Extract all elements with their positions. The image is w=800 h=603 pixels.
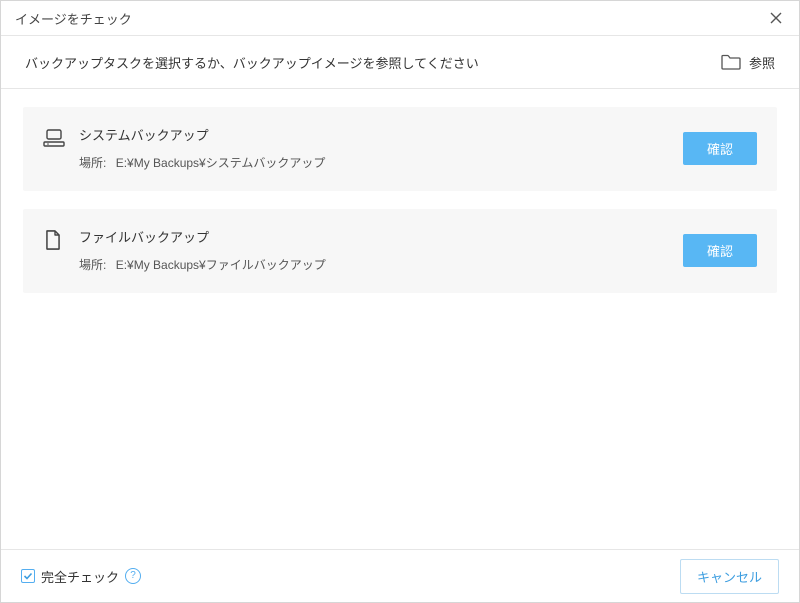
confirm-button[interactable]: 確認 — [683, 132, 757, 165]
dialog-window: イメージをチェック バックアップタスクを選択するか、バックアップイメージを参照し… — [0, 0, 800, 603]
full-check-checkbox[interactable]: 完全チェック — [21, 567, 119, 586]
task-location: 場所: E:¥My Backups¥ファイルバックアップ — [79, 256, 683, 273]
titlebar: イメージをチェック — [1, 1, 799, 36]
backup-task-file: ファイルバックアップ 場所: E:¥My Backups¥ファイルバックアップ … — [23, 209, 777, 293]
task-location-value: E:¥My Backups¥システムバックアップ — [116, 156, 326, 170]
window-title: イメージをチェック — [15, 9, 132, 28]
instruction-text: バックアップタスクを選択するか、バックアップイメージを参照してください — [25, 53, 479, 72]
task-location-label: 場所: — [79, 258, 106, 272]
help-button[interactable]: ? — [125, 568, 141, 584]
folder-icon — [721, 54, 741, 70]
task-title: ファイルバックアップ — [79, 227, 683, 246]
backup-task-system: システムバックアップ 場所: E:¥My Backups¥システムバックアップ … — [23, 107, 777, 191]
full-check-label: 完全チェック — [41, 567, 119, 586]
close-icon — [770, 12, 782, 24]
checkbox-icon — [21, 569, 35, 583]
cancel-button[interactable]: キャンセル — [680, 559, 779, 594]
browse-button[interactable]: 参照 — [721, 53, 775, 72]
confirm-button[interactable]: 確認 — [683, 234, 757, 267]
instruction-bar: バックアップタスクを選択するか、バックアップイメージを参照してください 参照 — [1, 36, 799, 89]
footer: 完全チェック ? キャンセル — [1, 549, 799, 602]
task-location-value: E:¥My Backups¥ファイルバックアップ — [116, 258, 326, 272]
task-title: システムバックアップ — [79, 125, 683, 144]
file-backup-icon — [43, 229, 65, 251]
task-location-label: 場所: — [79, 156, 106, 170]
help-icon: ? — [130, 571, 136, 581]
browse-label: 参照 — [749, 53, 775, 72]
close-button[interactable] — [767, 9, 785, 27]
system-backup-icon — [43, 127, 65, 149]
task-list: システムバックアップ 場所: E:¥My Backups¥システムバックアップ … — [1, 89, 799, 549]
task-text-block: ファイルバックアップ 場所: E:¥My Backups¥ファイルバックアップ — [79, 227, 683, 273]
task-text-block: システムバックアップ 場所: E:¥My Backups¥システムバックアップ — [79, 125, 683, 171]
task-location: 場所: E:¥My Backups¥システムバックアップ — [79, 154, 683, 171]
